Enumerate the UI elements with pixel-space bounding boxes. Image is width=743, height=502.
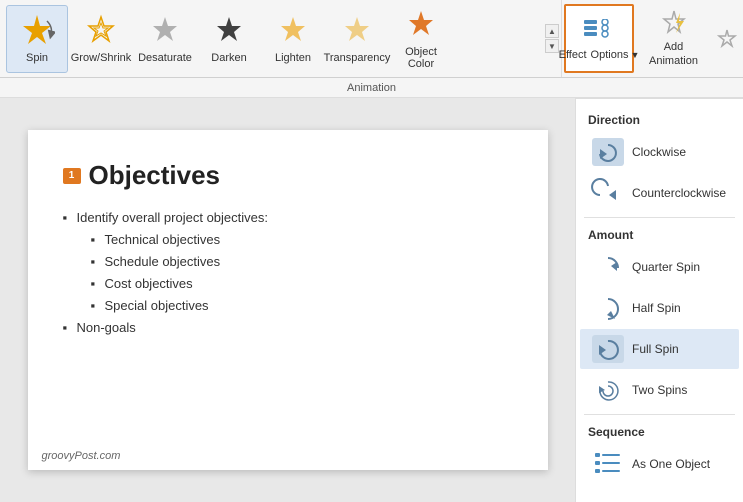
- as-one-object-icon: [590, 448, 626, 480]
- half-spin-item[interactable]: Half Spin: [580, 288, 739, 328]
- full-spin-icon: [590, 333, 626, 365]
- slide-content: Identify overall project objectives: Tec…: [63, 207, 513, 340]
- quarter-spin-item[interactable]: Quarter Spin: [580, 247, 739, 287]
- spin-label: Spin: [26, 52, 48, 64]
- grow-shrink-label: Grow/Shrink: [71, 52, 132, 64]
- as-one-object-item[interactable]: As One Object: [580, 444, 739, 484]
- half-spin-icon: [590, 292, 626, 324]
- anim-transparency[interactable]: Transparency: [326, 5, 388, 73]
- lighten-icon: [275, 13, 311, 49]
- transparency-label: Transparency: [324, 52, 391, 64]
- amount-section-title: Amount: [576, 222, 743, 246]
- sequence-section-title: Sequence: [576, 419, 743, 443]
- lighten-label: Lighten: [275, 52, 311, 64]
- grow-shrink-icon: [83, 13, 119, 49]
- counterclockwise-label: Counterclockwise: [632, 186, 726, 200]
- sub-bullet-2: Schedule objectives: [91, 251, 513, 273]
- darken-label: Darken: [211, 52, 246, 64]
- sub-bullet-3: Cost objectives: [91, 273, 513, 295]
- darken-icon: [211, 13, 247, 49]
- add-animation-button[interactable]: Add Animation: [636, 0, 711, 77]
- divider-1: [584, 217, 735, 218]
- clockwise-label: Clockwise: [632, 145, 686, 159]
- scroll-arrows: ▲ ▼: [543, 0, 561, 77]
- add-animation-icon: [656, 9, 692, 41]
- direction-section-title: Direction: [576, 107, 743, 131]
- counterclockwise-item[interactable]: Counterclockwise: [580, 173, 739, 213]
- main-area: 1 Objectives Identify overall project ob…: [0, 98, 743, 502]
- desaturate-icon: [147, 13, 183, 49]
- slide-area: 1 Objectives Identify overall project ob…: [0, 98, 575, 502]
- counterclockwise-icon: [590, 177, 626, 209]
- spin-icon: [19, 13, 55, 49]
- effect-options-panel: Direction Clockwise Counterclockwise: [575, 98, 743, 502]
- sub-bullet-4: Special objectives: [91, 295, 513, 317]
- desaturate-label: Desaturate: [138, 52, 192, 64]
- scroll-down-arrow[interactable]: ▼: [545, 39, 559, 53]
- full-spin-label: Full Spin: [632, 342, 679, 356]
- anim-lighten[interactable]: Lighten: [262, 5, 324, 73]
- scroll-up-arrow[interactable]: ▲: [545, 24, 559, 38]
- two-spins-label: Two Spins: [632, 383, 687, 397]
- slide-number-badge: 1: [63, 168, 81, 184]
- two-spins-icon: [590, 374, 626, 406]
- anim-grow-shrink[interactable]: Grow/Shrink: [70, 5, 132, 73]
- object-color-icon: [403, 7, 439, 43]
- clockwise-item[interactable]: Clockwise: [580, 132, 739, 172]
- clockwise-icon: [590, 136, 626, 168]
- anim-spin[interactable]: Spin: [6, 5, 68, 73]
- animation-bar-label: Animation: [347, 82, 396, 94]
- sub-bullet-1: Technical objectives: [91, 229, 513, 251]
- effect-options-label: Effect Options ▼: [559, 49, 640, 61]
- quarter-spin-label: Quarter Spin: [632, 260, 700, 274]
- bullet-1: Identify overall project objectives:: [63, 207, 513, 229]
- effect-options-button[interactable]: Effect Options ▼: [564, 4, 634, 73]
- toolbar: Spin Grow/Shrink Desaturate: [0, 0, 743, 78]
- extra-star-icon: [711, 0, 743, 77]
- anim-object-color[interactable]: Object Color: [390, 5, 452, 73]
- full-spin-item[interactable]: Full Spin: [580, 329, 739, 369]
- watermark: groovyPost.com: [42, 450, 121, 462]
- animation-label-bar: Animation: [0, 78, 743, 98]
- as-one-object-label: As One Object: [632, 457, 710, 471]
- add-animation-label: Add Animation: [649, 41, 698, 67]
- transparency-icon: [339, 13, 375, 49]
- animation-list: Spin Grow/Shrink Desaturate: [0, 0, 543, 77]
- quarter-spin-icon: [590, 251, 626, 283]
- anim-darken[interactable]: Darken: [198, 5, 260, 73]
- bullet-2: Non-goals: [63, 317, 513, 339]
- two-spins-item[interactable]: Two Spins: [580, 370, 739, 410]
- half-spin-label: Half Spin: [632, 301, 681, 315]
- slide-title: 1 Objectives: [63, 160, 513, 191]
- divider-2: [584, 414, 735, 415]
- slide: 1 Objectives Identify overall project ob…: [28, 130, 548, 470]
- anim-desaturate[interactable]: Desaturate: [134, 5, 196, 73]
- object-color-label: Object Color: [392, 46, 450, 70]
- toolbar-right: Effect Options ▼ Add Animation: [561, 0, 743, 77]
- effect-options-icon: [581, 17, 617, 49]
